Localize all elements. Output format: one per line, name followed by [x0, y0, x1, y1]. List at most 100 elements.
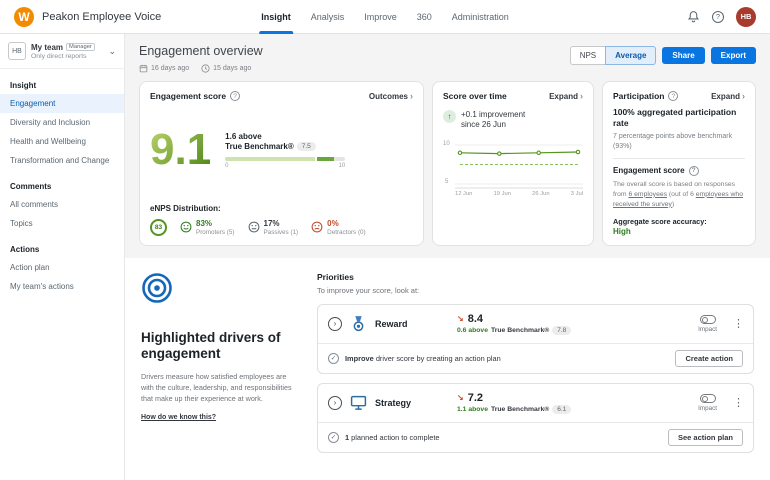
kebab-menu-icon[interactable]: ⋮: [733, 396, 744, 409]
header-controls: NPS Average Share Export: [569, 46, 756, 65]
tab-insight[interactable]: Insight: [259, 0, 293, 34]
export-button[interactable]: Export: [710, 47, 756, 64]
round-closed-meta: 15 days ago: [201, 64, 251, 73]
sidebar-section-title: Comments: [10, 182, 52, 191]
score-mode-toggle: NPS Average: [569, 46, 657, 65]
passives-stat: 17% Passives (1): [248, 219, 298, 236]
topbar: W Peakon Employee Voice Insight Analysis…: [0, 0, 770, 34]
participation-help-icon[interactable]: ?: [668, 91, 679, 101]
kebab-menu-icon[interactable]: ⋮: [733, 317, 744, 330]
improvement-callout: ↑ +0.1 improvement since 26 Jun: [443, 110, 583, 131]
participation-rate-headline: 100% aggregated participation rate: [613, 107, 737, 129]
chevron-down-icon: ⌄: [108, 45, 116, 56]
divider: [613, 157, 745, 159]
manager-badge: Manager: [66, 43, 95, 51]
chevron-right-icon: ›: [742, 91, 745, 101]
sidebar-item-diversity-and-inclusion[interactable]: Diversity and Inclusion: [0, 113, 124, 132]
share-button[interactable]: Share: [662, 47, 705, 64]
sidebar-section-title: Actions: [10, 245, 40, 254]
accuracy-value: High: [613, 226, 631, 236]
create-action-button[interactable]: Create action: [675, 349, 743, 367]
drivers-heading: Highlighted drivers of engagement: [141, 329, 281, 362]
average-toggle-button[interactable]: Average: [605, 46, 657, 65]
how-do-we-know-link[interactable]: How do we know this?: [141, 414, 216, 421]
sidebar-section-insight: Insight Engagement Diversity and Inclusi…: [0, 69, 124, 170]
sidebar-item-my-teams-actions[interactable]: My team's actions: [0, 277, 124, 296]
sidebar-item-all-comments[interactable]: All comments: [0, 195, 124, 214]
calendar-icon: [139, 64, 148, 73]
check-circle-icon: ✓: [328, 352, 339, 364]
tab-analysis[interactable]: Analysis: [311, 0, 345, 34]
page-header: Engagement overview 16 days ago 15 days …: [125, 34, 770, 81]
detractors-stat: 0% Detractors (0): [311, 219, 366, 236]
promoters-stat: 83% Promoters (5): [180, 219, 235, 236]
enps-score-badge: 83: [150, 218, 167, 236]
x-tick-label: 3 Jul: [570, 190, 583, 197]
impact-control[interactable]: Impact: [698, 314, 717, 333]
impact-toggle-icon[interactable]: [699, 393, 716, 403]
participation-expand-link[interactable]: Expand ›: [711, 91, 745, 101]
driver-delta: 1.1 above: [457, 405, 488, 413]
tab-360[interactable]: 360: [417, 0, 432, 34]
y-tick-label: 10: [443, 140, 450, 147]
survey-date-label: 16 days ago: [151, 65, 190, 72]
driver-row[interactable]: › Strategy ↘ 7.2 1.1 above True Benchmar…: [318, 384, 753, 422]
benchmark-value-badge: 7.5: [296, 141, 316, 151]
workday-logo-icon: W: [14, 6, 34, 27]
see-action-plan-button[interactable]: See action plan: [667, 428, 743, 446]
nps-toggle-button[interactable]: NPS: [569, 46, 606, 65]
impact-toggle-icon[interactable]: [699, 314, 716, 324]
participation-expand-label: Expand: [711, 91, 740, 101]
promoters-label: Promoters (5): [196, 228, 235, 236]
help-icon[interactable]: ?: [712, 10, 724, 23]
detractors-label: Detractors (0): [327, 228, 366, 236]
trend-x-axis: 12 Jun 19 Jun 26 Jun 3 Jul: [455, 191, 583, 197]
impact-label: Impact: [698, 325, 717, 333]
promoters-smiley-icon: [180, 221, 192, 233]
driver-expand-icon[interactable]: ›: [328, 395, 342, 410]
sidebar-item-transformation-and-change[interactable]: Transformation and Change: [0, 151, 124, 170]
sidebar-item-health-and-wellbeing[interactable]: Health and Wellbeing: [0, 132, 124, 151]
trend-expand-link[interactable]: Expand ›: [549, 91, 583, 101]
survey-meta-row: 16 days ago 15 days ago: [139, 64, 756, 73]
clock-icon: [201, 64, 210, 73]
enps-title: eNPS Distribution:: [150, 203, 221, 213]
benchmark-block: 1.6 above True Benchmark® 7.5 0 10: [225, 132, 346, 169]
tab-improve[interactable]: Improve: [364, 0, 397, 34]
employees-link[interactable]: 6 employees: [628, 191, 667, 198]
outcomes-link[interactable]: Outcomes ›: [369, 91, 413, 101]
sidebar-section-actions: Actions Action plan My team's actions: [0, 233, 124, 296]
user-avatar[interactable]: HB: [736, 6, 756, 27]
context-switcher[interactable]: HB My team Manager Only direct reports ⌄: [0, 34, 124, 69]
x-tick-label: 19 Jun: [493, 190, 511, 197]
trend-expand-label: Expand: [549, 91, 578, 101]
driver-benchmark-badge: 7.8: [552, 325, 572, 335]
team-avatar: HB: [8, 42, 26, 60]
sidebar-item-engagement[interactable]: Engagement: [0, 94, 124, 113]
driver-benchmark-badge: 6.1: [552, 404, 572, 414]
driver-expand-icon[interactable]: ›: [328, 316, 342, 331]
trend-down-icon: ↘: [457, 314, 464, 323]
impact-control[interactable]: Impact: [698, 393, 717, 412]
driver-score-value: 8.4: [467, 312, 483, 325]
detractors-pct: 0%: [327, 218, 339, 228]
engagement-score-help-icon[interactable]: ?: [230, 91, 241, 101]
score-over-time-title: Score over time: [443, 91, 507, 101]
driver-row[interactable]: › Reward ↘ 8.4 0.6 above True Benchmark®…: [318, 305, 753, 343]
participation-score-help-icon[interactable]: ?: [688, 165, 699, 176]
tab-administration[interactable]: Administration: [452, 0, 509, 34]
y-tick-label: 5: [445, 178, 449, 185]
notifications-bell-icon[interactable]: [687, 10, 700, 23]
driver-footer: ✓ Improve driver score by creating an ac…: [318, 342, 753, 373]
impact-label: Impact: [698, 404, 717, 412]
driver-footer: ✓ 1 planned action to complete See actio…: [318, 421, 753, 452]
team-info: My team Manager Only direct reports: [31, 43, 103, 60]
sidebar-item-action-plan[interactable]: Action plan: [0, 258, 124, 277]
participation-card: Participation ? Expand › 100% aggregated…: [602, 81, 756, 246]
sidebar-item-topics[interactable]: Topics: [0, 214, 124, 233]
passives-neutral-icon: [248, 221, 259, 233]
driver-score-group: ↘ 7.2 1.1 above True Benchmark® 6.1: [457, 392, 607, 414]
strategy-monitor-icon: [350, 395, 367, 410]
summary-cards-row: Engagement score ? Outcomes › 9.1 1.6 ab…: [125, 81, 770, 246]
driver-score-group: ↘ 8.4 0.6 above True Benchmark® 7.8: [457, 313, 607, 335]
